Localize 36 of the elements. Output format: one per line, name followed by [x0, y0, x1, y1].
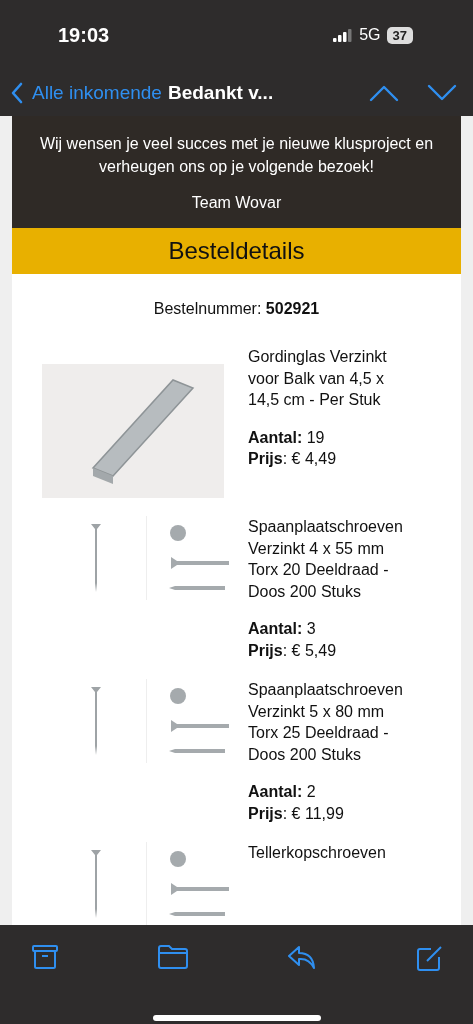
archive-icon[interactable] — [32, 945, 58, 969]
back-chevron-icon — [10, 82, 24, 104]
screw-side-drawing — [169, 719, 229, 733]
network-label: 5G — [359, 26, 381, 44]
screw-head-drawing — [169, 687, 187, 705]
screw-thread-drawing — [169, 910, 225, 918]
screw-side-drawing — [169, 882, 229, 896]
product-name: Tellerkopschroeven — [248, 843, 387, 863]
product-quantity: Aantal: 2 — [248, 782, 317, 802]
screw-head-drawing — [169, 524, 187, 542]
message-title: Bedankt v... — [167, 82, 274, 104]
screw-head-drawing — [169, 850, 187, 868]
product-name: Spaanplaatschroeven Verzinkt 4 x 55 mm Torx 20 Deeldraad - Doos 200 Stuks — [248, 517, 404, 602]
order-number: Bestelnummer: 502921 — [152, 300, 321, 318]
product-price: Prijs: € 11,99 — [248, 803, 345, 824]
screw-thread-drawing — [169, 747, 225, 755]
reply-icon[interactable] — [287, 945, 318, 969]
signal-icon — [333, 28, 354, 42]
folder-icon[interactable] — [157, 945, 188, 969]
product-quantity: Aantal: 3 — [248, 619, 317, 639]
next-message-icon[interactable] — [427, 84, 457, 102]
screw-side-drawing — [169, 556, 229, 570]
signature-text: Team Wovar — [190, 194, 283, 212]
status-time: 19:03 — [58, 23, 110, 47]
back-button[interactable]: Alle inkomende — [10, 82, 162, 104]
closing-text: Wij wensen je veel succes met je nieuwe klusproject en verheugen ons op je volgende bezoek! — [38, 134, 435, 177]
product-quantity: Aantal: 19 — [248, 427, 326, 448]
product-price: Prijs: € 4,49 — [248, 449, 338, 469]
screw-thread-drawing — [169, 584, 225, 592]
product-name: Gordinglas Verzinkt voor Balk van 4,5 x 14,5 cm - Per Stuk — [248, 347, 388, 410]
product-name: Spaanplaatschroeven Verzinkt 5 x 80 mm Torx 25 Deeldraad - Doos 200 Stuks — [248, 680, 404, 765]
previous-message-icon[interactable] — [369, 84, 399, 102]
product-price: Prijs: € 5,49 — [248, 640, 338, 661]
section-banner: Besteldetails — [12, 228, 461, 274]
battery-indicator: 37 — [386, 26, 413, 44]
compose-icon[interactable] — [416, 945, 443, 971]
